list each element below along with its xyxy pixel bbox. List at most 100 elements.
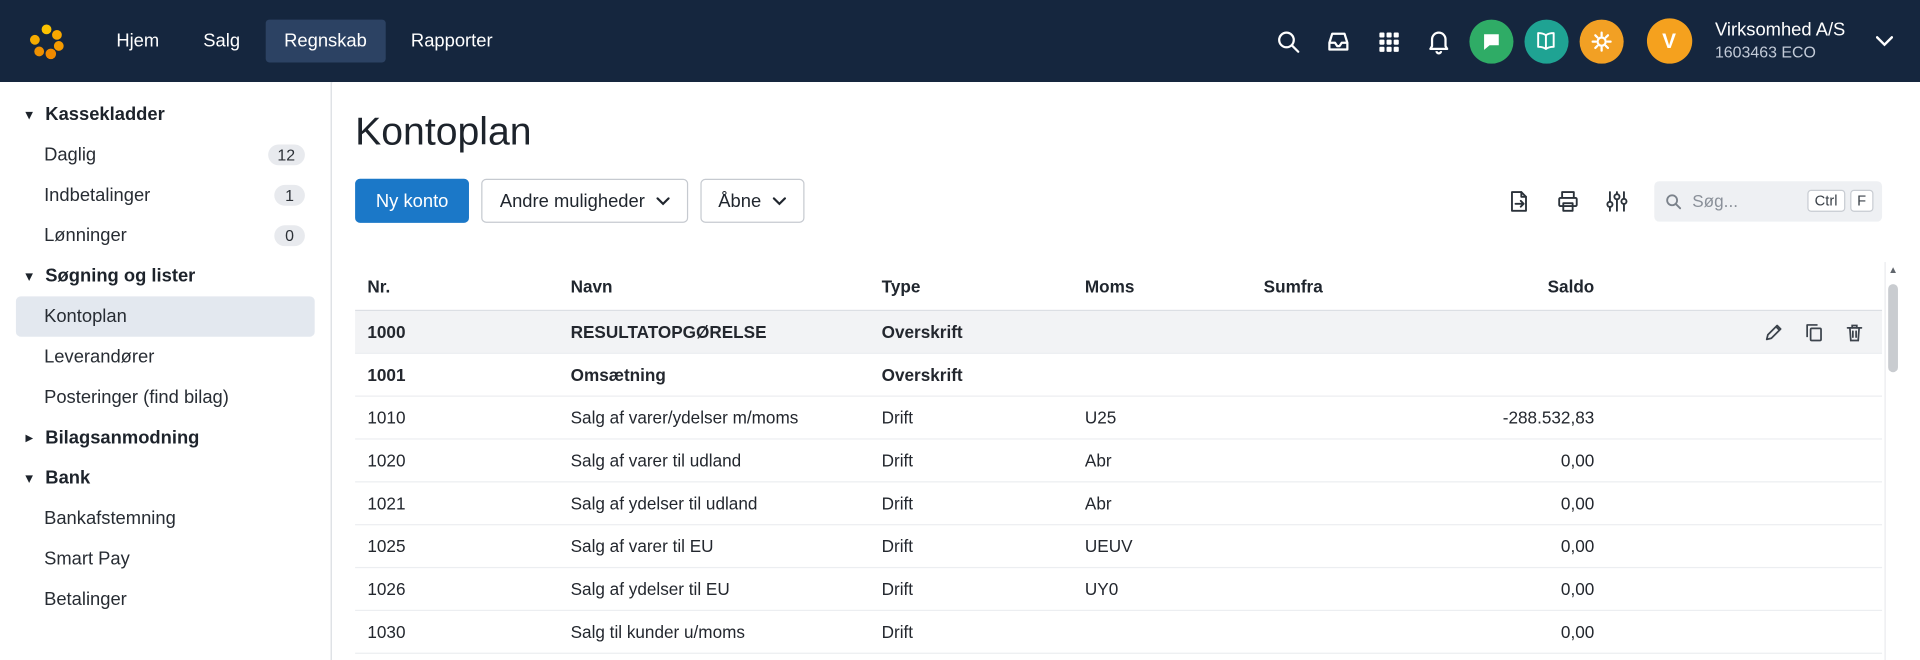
column-header-nr[interactable]: Nr. — [367, 276, 570, 296]
account-chevron-down-icon[interactable] — [1869, 28, 1901, 54]
sidebar: ▾KassekladderDaglig12Indbetalinger1Lønni… — [0, 82, 332, 660]
sidebar-section-bilagsanmodning[interactable]: ▸Bilagsanmodning — [0, 418, 331, 458]
column-header-moms[interactable]: Moms — [1085, 276, 1264, 296]
print-icon[interactable] — [1547, 180, 1589, 222]
copy-row-icon[interactable] — [1804, 321, 1825, 342]
topbar: HjemSalgRegnskabRapporter V — [0, 0, 1920, 82]
search-input[interactable] — [1690, 190, 1803, 212]
column-header-type[interactable]: Type — [882, 276, 1085, 296]
cell-moms: UEUV — [1085, 536, 1264, 556]
table-row-1025[interactable]: 1025Salg af varer til EUDriftUEUV0,00 — [355, 525, 1882, 568]
column-settings-icon[interactable] — [1596, 180, 1638, 222]
account-info[interactable]: Virksomhed A/S 1603463 ECO — [1715, 19, 1845, 64]
new-account-button[interactable]: Ny konto — [355, 179, 469, 223]
notifications-bell-icon[interactable] — [1419, 21, 1458, 60]
cell-type: Drift — [882, 536, 1085, 556]
export-icon[interactable] — [1498, 180, 1540, 222]
cell-type: Drift — [882, 622, 1085, 642]
cell-navn: Salg af ydelser til udland — [571, 493, 882, 513]
row-actions — [1594, 354, 1882, 396]
cell-type: Drift — [882, 493, 1085, 513]
main-content: Kontoplan Ny konto Andre muligheder Åbne — [333, 82, 1920, 660]
column-header-saldo[interactable]: Saldo — [1460, 276, 1595, 296]
chat-icon[interactable] — [1469, 19, 1513, 63]
cell-nr: 1000 — [367, 322, 570, 342]
cell-moms: Abr — [1085, 451, 1264, 471]
apps-grid-icon[interactable] — [1368, 21, 1407, 60]
company-name: Virksomhed A/S — [1715, 19, 1845, 43]
table-row-1001[interactable]: 1001OmsætningOverskrift — [355, 354, 1882, 397]
search-icon[interactable] — [1268, 21, 1307, 60]
sidebar-section-kassekladder[interactable]: ▾Kassekladder — [0, 94, 331, 134]
table-body: 1000RESULTATOPGØRELSEOverskrift 1001Omsæ… — [355, 311, 1882, 654]
sidebar-item-label: Smart Pay — [44, 549, 130, 570]
settings-gear-icon[interactable] — [1579, 19, 1623, 63]
sidebar-item-daglig[interactable]: Daglig12 — [16, 135, 315, 175]
sidebar-section-søgning-og-lister[interactable]: ▾Søgning og lister — [0, 256, 331, 296]
avatar[interactable]: V — [1646, 18, 1691, 63]
sidebar-item-indbetalinger[interactable]: Indbetalinger1 — [16, 175, 315, 215]
sidebar-item-label: Leverandører — [44, 347, 154, 368]
more-options-button[interactable]: Andre muligheder — [481, 179, 687, 223]
triangle-down-icon: ▾ — [26, 268, 46, 284]
open-filter-button[interactable]: Åbne — [700, 179, 804, 223]
sidebar-item-betalinger[interactable]: Betalinger — [16, 579, 315, 619]
table-row-1030[interactable]: 1030Salg til kunder u/momsDrift0,00 — [355, 611, 1882, 654]
topbar-actions: V Virksomhed A/S 1603463 ECO — [1268, 18, 1900, 63]
logo-icon[interactable] — [24, 19, 68, 63]
cell-type: Overskrift — [882, 322, 1085, 342]
sidebar-item-bankafstemning[interactable]: Bankafstemning — [16, 498, 315, 538]
sidebar-item-kontoplan[interactable]: Kontoplan — [16, 296, 315, 336]
nav-item-rapporter[interactable]: Rapporter — [393, 20, 511, 63]
sidebar-item-posteringer-find-bilag[interactable]: Posteringer (find bilag) — [16, 377, 315, 417]
f-key-badge: F — [1850, 190, 1874, 212]
row-actions — [1594, 482, 1882, 524]
cell-nr: 1001 — [367, 365, 570, 385]
cell-nr: 1020 — [367, 451, 570, 471]
table-row-1010[interactable]: 1010Salg af varer/ydelser m/momsDriftU25… — [355, 397, 1882, 440]
scrollbar-thumb[interactable] — [1888, 284, 1898, 372]
cell-moms: U25 — [1085, 408, 1264, 428]
table-row-1000[interactable]: 1000RESULTATOPGØRELSEOverskrift — [355, 311, 1882, 354]
table-row-1021[interactable]: 1021Salg af ydelser til udlandDriftAbr0,… — [355, 482, 1882, 525]
accounts-table: Nr.NavnTypeMomsSumfraSaldo 1000RESULTATO… — [355, 262, 1900, 654]
nav-item-salg[interactable]: Salg — [185, 20, 259, 63]
inbox-icon[interactable] — [1318, 21, 1357, 60]
nav-item-hjem[interactable]: Hjem — [98, 20, 178, 63]
table-row-1020[interactable]: 1020Salg af varer til udlandDriftAbr0,00 — [355, 440, 1882, 483]
chevron-down-icon — [772, 197, 785, 206]
sidebar-item-label: Betalinger — [44, 589, 127, 610]
cell-navn: Salg af ydelser til EU — [571, 579, 882, 599]
sidebar-item-smart-pay[interactable]: Smart Pay — [16, 539, 315, 579]
chevron-down-icon — [656, 197, 669, 206]
nav-item-regnskab[interactable]: Regnskab — [266, 20, 385, 63]
column-header-navn[interactable]: Navn — [571, 276, 882, 296]
row-actions — [1594, 440, 1882, 482]
cell-saldo: 0,00 — [1460, 493, 1595, 513]
edit-row-icon[interactable] — [1763, 321, 1784, 342]
column-header-sumfra[interactable]: Sumfra — [1264, 276, 1460, 296]
delete-row-icon[interactable] — [1844, 321, 1865, 342]
table-header: Nr.NavnTypeMomsSumfraSaldo — [355, 262, 1882, 311]
cell-saldo: 0,00 — [1460, 622, 1595, 642]
sidebar-section-label: Kassekladder — [45, 104, 164, 125]
row-actions — [1594, 525, 1882, 567]
cell-saldo: 0,00 — [1460, 579, 1595, 599]
sidebar-item-leverandører[interactable]: Leverandører — [16, 337, 315, 377]
vertical-scrollbar[interactable]: ▲ — [1884, 262, 1900, 660]
company-id: 1603463 ECO — [1715, 43, 1845, 64]
sidebar-item-lønninger[interactable]: Lønninger0 — [16, 216, 315, 256]
open-filter-label: Åbne — [718, 190, 761, 211]
table-row-1026[interactable]: 1026Salg af ydelser til EUDriftUY00,00 — [355, 568, 1882, 611]
scroll-up-icon[interactable]: ▲ — [1886, 262, 1901, 279]
cell-moms: UY0 — [1085, 579, 1264, 599]
cell-saldo: 0,00 — [1460, 536, 1595, 556]
sidebar-item-label: Indbetalinger — [44, 185, 150, 206]
help-book-icon[interactable] — [1524, 19, 1568, 63]
sidebar-item-label: Bankafstemning — [44, 508, 176, 529]
toolbar-right: Ctrl F — [1498, 180, 1882, 222]
cell-navn: RESULTATOPGØRELSE — [571, 322, 882, 342]
sidebar-section-bank[interactable]: ▾Bank — [0, 458, 331, 498]
app-window: HjemSalgRegnskabRapporter V — [0, 0, 1920, 660]
page-title: Kontoplan — [355, 107, 1900, 156]
